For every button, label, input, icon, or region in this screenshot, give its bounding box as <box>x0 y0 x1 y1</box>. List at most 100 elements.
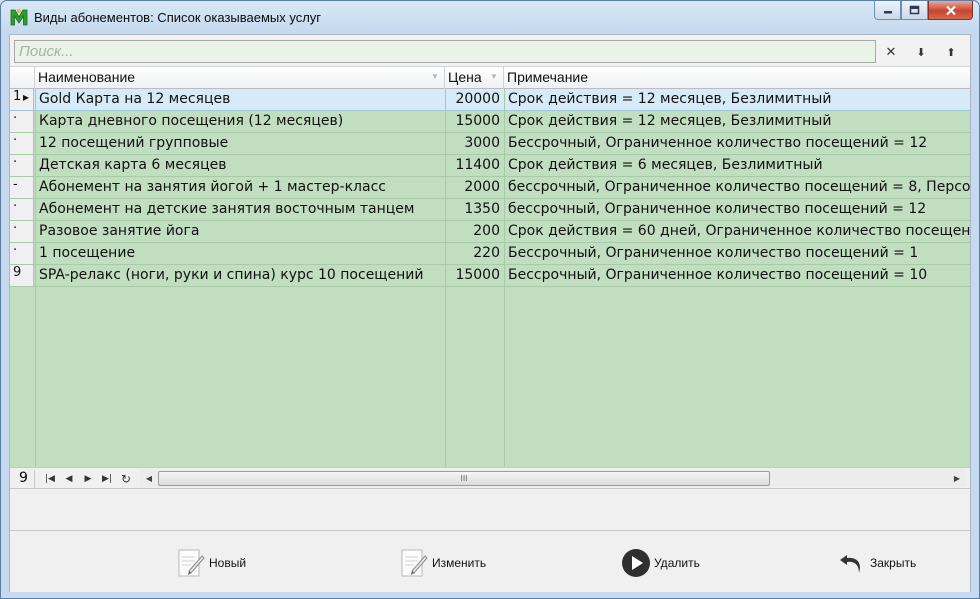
edit-button[interactable]: Изменить <box>398 546 486 580</box>
cell-price[interactable]: 11400 <box>446 155 503 176</box>
row-indicator[interactable]: · <box>10 221 34 242</box>
row-indicator[interactable]: · <box>10 155 34 176</box>
first-record-button[interactable]: |◀ <box>42 471 58 487</box>
scroll-left-button[interactable]: ◀ <box>141 471 157 486</box>
prev-icon: ◀ <box>65 474 73 484</box>
column-divider <box>445 89 446 467</box>
cell-note[interactable]: Бессрочный, Ограниченное количество посе… <box>505 133 970 154</box>
search-next-button[interactable]: ⬇ <box>910 42 932 62</box>
new-button[interactable]: Новый <box>175 546 246 580</box>
cell-note[interactable]: бессрочный, Ограниченное количество посе… <box>505 199 970 220</box>
cell-price[interactable]: 15000 <box>446 111 503 132</box>
table-row[interactable]: 1 ▸ Gold Карта на 12 месяцев 20000 Срок дейс… <box>10 89 970 111</box>
current-row-arrow-icon: ▸ <box>23 90 30 104</box>
close-window-button[interactable] <box>928 1 973 20</box>
cell-price[interactable]: 3000 <box>446 133 503 154</box>
last-record-button[interactable]: ▶| <box>99 471 115 487</box>
table-row[interactable]: · Разовое занятие йога 200 Срок действия = … <box>10 221 970 243</box>
cell-note[interactable]: Срок действия = 12 месяцев, Безлимитный <box>505 111 970 132</box>
table-row[interactable]: · Абонемент на детские занятия восточным … <box>10 199 970 221</box>
edit-button-label: Изменить <box>432 556 487 570</box>
maximize-button[interactable] <box>901 1 928 20</box>
column-divider <box>504 89 505 467</box>
cell-note[interactable]: Срок действия = 12 месяцев, Безлимитный <box>505 89 970 110</box>
search-prev-button[interactable]: ⬆ <box>940 42 962 62</box>
cell-note[interactable]: Срок действия = 6 месяцев, Безлимитный <box>505 155 970 176</box>
new-button-label: Новый <box>209 556 247 570</box>
column-header-note[interactable]: Примечание <box>504 67 970 89</box>
column-divider <box>35 89 36 467</box>
delete-play-icon <box>620 547 652 579</box>
cell-name[interactable]: SPA-релакс (ноги, руки и спина) курс 10 … <box>36 265 444 286</box>
search-input[interactable] <box>14 40 876 63</box>
refresh-button[interactable]: ↻ <box>118 471 134 487</box>
cell-name[interactable]: Gold Карта на 12 месяцев <box>36 89 444 110</box>
cell-price[interactable]: 1350 <box>446 199 503 220</box>
sort-dropdown-icon[interactable]: ▼ <box>488 72 500 84</box>
search-bar: ✕ ⬇ ⬆ <box>10 35 970 67</box>
cell-name[interactable]: 12 посещений групповые <box>36 133 444 154</box>
cell-note[interactable]: Бессрочный, Ограниченное количество посе… <box>505 243 970 264</box>
grip-icon: III <box>460 474 468 483</box>
main-window: Виды абонементов: Список оказываемых усл… <box>0 0 980 599</box>
cell-note[interactable]: Бессрочный, Ограниченное количество посе… <box>505 265 970 286</box>
maximize-icon <box>909 5 920 15</box>
clear-search-button[interactable]: ✕ <box>880 42 902 62</box>
row-indicator[interactable]: 1 ▸ <box>10 89 34 110</box>
delete-button-label: Удалить <box>654 556 700 570</box>
cell-name[interactable]: Детская карта 6 месяцев <box>36 155 444 176</box>
client-area: ✕ ⬇ ⬆ Наименование ▼ Цена ▼ <box>9 34 971 592</box>
cell-note[interactable]: Срок действия = 60 дней, Ограниченное ко… <box>505 221 970 242</box>
row-indicator[interactable]: · <box>10 133 34 154</box>
row-indicator[interactable]: - <box>10 177 34 198</box>
row-indicator[interactable]: · <box>10 243 34 264</box>
header-indicator-cell <box>10 67 35 89</box>
cell-name[interactable]: Абонемент на детские занятия восточным т… <box>36 199 444 220</box>
cell-name[interactable]: Разовое занятие йога <box>36 221 444 242</box>
clear-icon: ✕ <box>885 44 897 60</box>
table-row[interactable]: · 12 посещений групповые 3000 Бессрочный, О… <box>10 133 970 155</box>
cell-price[interactable]: 2000 <box>446 177 503 198</box>
undo-arrow-icon <box>836 547 868 579</box>
refresh-icon: ↻ <box>120 472 132 486</box>
column-header-price[interactable]: Цена ▼ <box>445 67 504 89</box>
row-indicator[interactable]: · <box>10 111 34 132</box>
cell-price[interactable]: 220 <box>446 243 503 264</box>
arrow-up-icon: ⬆ <box>946 45 956 59</box>
horizontal-scrollbar[interactable]: ◀ III ▶ <box>140 470 966 487</box>
app-logo-icon <box>10 9 28 26</box>
close-button[interactable]: Закрыть <box>836 546 916 580</box>
minimize-button[interactable] <box>874 1 901 20</box>
title-bar[interactable]: Виды абонементов: Список оказываемых усл… <box>1 1 979 33</box>
table-row[interactable]: · Карта дневного посещения (12 месяцев) 15… <box>10 111 970 133</box>
row-indicator[interactable]: 9 <box>10 265 34 286</box>
new-document-icon <box>175 547 207 579</box>
table-row[interactable]: · Детская карта 6 месяцев 11400 Срок действ… <box>10 155 970 177</box>
scroll-right-button[interactable]: ▶ <box>949 471 965 486</box>
cell-price[interactable]: 20000 <box>446 89 503 110</box>
row-indicator[interactable]: · <box>10 199 34 220</box>
close-icon <box>945 5 956 15</box>
scroll-left-icon: ◀ <box>145 474 153 483</box>
action-bar: Новый Изменить Удалить Закрыть <box>10 532 970 592</box>
scroll-right-icon: ▶ <box>953 474 961 483</box>
table-row[interactable]: - Абонемент на занятия йогой + 1 мастер-к… <box>10 177 970 199</box>
status-panel <box>10 490 970 531</box>
scrollbar-thumb[interactable]: III <box>158 471 770 486</box>
record-navigator: 9 |◀ ◀ ▶ ▶| ↻ ◀ III ▶ <box>10 467 970 489</box>
table-row[interactable]: 9 SPA-релакс (ноги, руки и спина) курс 10… <box>10 265 970 287</box>
prev-record-button[interactable]: ◀ <box>61 471 77 487</box>
cell-price[interactable]: 15000 <box>446 265 503 286</box>
column-header-name[interactable]: Наименование ▼ <box>35 67 445 89</box>
data-grid[interactable]: Наименование ▼ Цена ▼ Примечание 1 ▸ Gold … <box>10 67 970 467</box>
cell-note[interactable]: бессрочный, Ограниченное количество посе… <box>505 177 970 198</box>
cell-name[interactable]: 1 посещение <box>36 243 444 264</box>
cell-price[interactable]: 200 <box>446 221 503 242</box>
next-record-button[interactable]: ▶ <box>80 471 96 487</box>
table-row[interactable]: · 1 посещение 220 Бессрочный, Ограниченное … <box>10 243 970 265</box>
cell-name[interactable]: Карта дневного посещения (12 месяцев) <box>36 111 444 132</box>
sort-dropdown-icon[interactable]: ▼ <box>429 72 441 84</box>
cell-name[interactable]: Абонемент на занятия йогой + 1 мастер-кл… <box>36 177 444 198</box>
delete-button[interactable]: Удалить <box>620 546 700 580</box>
window-controls <box>874 1 973 21</box>
